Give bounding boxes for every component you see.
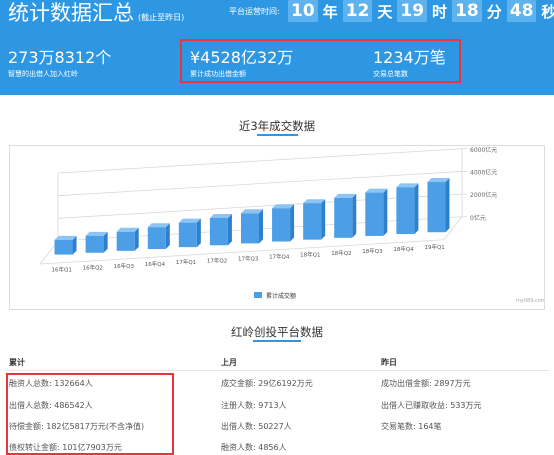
bar — [54, 239, 73, 255]
bar-side — [165, 223, 170, 249]
legend-swatch — [254, 292, 262, 298]
x-tick-label: 16年Q4 — [145, 260, 166, 268]
platform-section-underline — [253, 340, 301, 342]
runtime-label: 平台运营时间: — [229, 7, 280, 16]
bar — [147, 227, 166, 249]
bar — [240, 213, 260, 244]
y-tick-label: 0亿元 — [470, 214, 486, 222]
column-divider — [9, 370, 549, 371]
bar-side — [259, 209, 264, 244]
page-title-text: 统计数据汇总 — [8, 1, 134, 25]
chart-gridline — [57, 148, 463, 174]
bar — [116, 231, 135, 251]
chart-panel: 0亿元 2000亿元 4000亿元 6000亿元 16年Q1 16年Q2 16年Q3 16年Q… — [9, 145, 546, 310]
column-heading-cumulative: 累计 — [9, 358, 25, 367]
x-tick-label: 17年Q1 — [176, 258, 196, 266]
bar-side — [383, 188, 388, 236]
x-tick-label: 18年Q4 — [393, 245, 414, 253]
highlight-box-header — [180, 39, 461, 83]
y-tick-label: 4000亿元 — [470, 168, 497, 176]
x-tick-label: 17年Q4 — [269, 253, 290, 261]
chart-section-title: 近3年成交数据 — [238, 119, 316, 133]
bar — [303, 203, 322, 240]
bar — [396, 187, 415, 235]
stat-month-registrations: 注册人数: 9713人 — [221, 401, 287, 410]
bar — [209, 217, 228, 246]
page-title: 统计数据汇总 (截止至昨日) — [8, 0, 184, 31]
bar-side — [290, 204, 295, 242]
stat-month-lenders: 出借人数: 50227人 — [221, 422, 292, 431]
x-tick-label: 16年Q2 — [83, 264, 103, 272]
chart-section-underline — [257, 134, 298, 136]
runtime-days-unit: 天 — [377, 2, 393, 21]
quarterly-volume-chart: 0亿元 2000亿元 4000亿元 6000亿元 16年Q1 16年Q2 16年Q3 16年Q… — [39, 146, 546, 304]
bar-side — [321, 199, 326, 240]
runtime-days: 12 — [342, 0, 373, 22]
x-tick-label: 17年Q3 — [238, 254, 259, 262]
x-tick-label: 19年Q1 — [424, 243, 444, 251]
stat-month-borrowers: 融资人数: 4856人 — [221, 443, 287, 452]
chart-watermark: my089.com — [516, 298, 544, 304]
bar-side — [196, 218, 201, 248]
y-tick-label: 2000亿元 — [470, 191, 497, 199]
runtime-minutes-unit: 分 — [486, 2, 502, 21]
x-tick-label: 18年Q2 — [331, 249, 351, 257]
bar-side — [134, 227, 139, 251]
bar — [85, 235, 104, 253]
stats-header: 统计数据汇总 (截止至昨日) 平台运营时间: 10 年 12 天 19 时 18 … — [0, 0, 554, 95]
runtime-counter: 10 年 12 天 19 时 18 分 48 秒 — [288, 0, 554, 22]
y-tick-label: 6000亿元 — [470, 146, 497, 154]
bar — [365, 192, 384, 236]
x-tick-label: 16年Q3 — [114, 262, 135, 270]
x-tick-label: 16年Q1 — [52, 266, 72, 274]
bar-side — [445, 178, 450, 233]
bar — [427, 182, 446, 233]
runtime-hours-unit: 时 — [432, 2, 448, 21]
bar-side — [352, 193, 357, 238]
bar-side — [227, 213, 232, 246]
investor-count-value: 273万8312个 — [8, 48, 112, 67]
x-tick-label: 17年Q2 — [207, 256, 227, 264]
column-heading-yesterday: 昨日 — [381, 358, 397, 367]
runtime-hours: 19 — [397, 0, 428, 22]
page-title-note: (截止至昨日) — [138, 13, 185, 22]
stat-yesterday-transactions: 交易笔数: 164笔 — [381, 422, 442, 431]
bar — [178, 222, 197, 248]
runtime-years-unit: 年 — [322, 2, 338, 21]
x-tick-label: 18年Q3 — [362, 247, 383, 255]
legend-label: 累计成交额 — [266, 292, 296, 300]
x-tick-label: 18年Q1 — [300, 251, 320, 259]
bar — [272, 208, 291, 242]
stat-yesterday-lent: 成功出借金额: 2897万元 — [381, 379, 471, 388]
platform-section-title: 红岭创投平台数据 — [231, 325, 323, 339]
runtime-seconds: 48 — [506, 0, 537, 22]
bar — [334, 197, 353, 238]
stat-yesterday-earnings: 出借人已赚取收益: 533万元 — [381, 401, 482, 410]
investor-count-label: 智慧的出借人加入红岭 — [8, 70, 78, 78]
runtime-years: 10 — [288, 0, 318, 22]
runtime-seconds-unit: 秒 — [541, 2, 554, 21]
column-heading-last-month: 上月 — [221, 358, 237, 367]
highlight-box-cumulative — [6, 373, 174, 455]
stat-month-volume: 成交金额: 29亿6192万元 — [221, 379, 313, 388]
runtime-minutes: 18 — [452, 0, 482, 22]
bar-side — [414, 183, 419, 235]
